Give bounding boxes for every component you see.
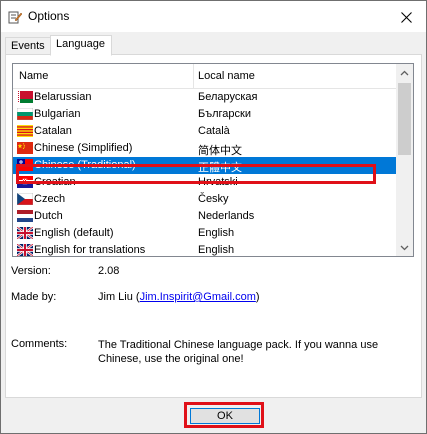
author-email-link[interactable]: Jim.Inspirit@Gmail.com [140,291,256,303]
scroll-up-button[interactable] [396,64,413,81]
list-item[interactable]: Belarussian Беларуская [13,89,396,106]
language-local-name: Hrvatski [198,176,238,188]
close-button[interactable] [392,5,420,29]
list-header: Name Local name [13,64,396,89]
language-name: Dutch [34,210,63,222]
language-local-name: Беларуская [198,91,258,103]
comments-value: The Traditional Chinese language pack. I… [98,339,379,365]
list-item-selected[interactable]: Chinese (Traditional) 正體中文 [13,157,396,174]
tab-events[interactable]: Events [5,37,55,55]
china-flag-icon [17,142,33,154]
list-rows: Belarussian Беларуская Bulgarian Българс… [13,89,396,256]
language-name: Chinese (Traditional) [34,159,136,171]
netherlands-flag-icon [17,210,33,222]
language-local-name: Česky [198,193,229,205]
list-item[interactable]: English (default) English [13,225,396,242]
uk-flag-icon [17,227,33,239]
chevron-down-icon [400,245,409,250]
scroll-down-button[interactable] [396,239,413,256]
tab-language[interactable]: Language [50,35,112,56]
language-name: English (default) [34,227,114,239]
language-local-name: Български [198,108,251,120]
language-name: Catalan [34,125,72,137]
language-name: English for translations [34,244,146,256]
language-list[interactable]: Name Local name Belarussian Беларуская B… [12,63,414,257]
ok-button[interactable]: OK [190,408,260,424]
language-local-name: Català [198,125,230,137]
close-icon [400,11,412,23]
list-item[interactable]: English for translations English [13,242,396,256]
author-close-paren: ) [255,291,260,303]
language-name: Croatian [34,176,76,188]
language-name: Bulgarian [34,108,81,120]
window-title: Options [28,9,70,23]
title-bar: Options [1,1,426,32]
language-local-name: English [198,227,235,239]
catalonia-flag-icon [17,125,33,137]
ok-button-highlight: OK [184,402,264,428]
list-item[interactable]: Croatian Hrvatski [13,174,396,191]
scrollbar-thumb[interactable] [398,83,411,155]
language-panel: Name Local name Belarussian Беларуская B… [5,54,422,398]
language-name: Chinese (Simplified) [34,142,133,154]
language-name: Czech [34,193,66,205]
list-item[interactable]: Czech Česky [13,191,396,208]
list-item[interactable]: Catalan Català [13,123,396,140]
croatia-flag-icon [17,176,33,188]
column-header-name[interactable]: Name [19,70,48,82]
version-label: Version: [11,265,51,277]
column-header-local-name[interactable]: Local name [198,70,255,82]
comments-label: Comments: [11,338,68,350]
list-item[interactable]: Dutch Nederlands [13,208,396,225]
bulgaria-flag-icon [17,108,33,120]
chevron-up-icon [400,70,409,75]
language-local-name: 简体中文 [198,145,242,157]
options-app-icon [8,11,22,24]
czech-flag-icon [17,193,33,205]
language-local-name: English [198,244,235,256]
language-name: Belarussian [34,91,92,103]
taiwan-flag-icon [17,159,33,171]
list-item[interactable]: Bulgarian Български [13,106,396,123]
language-local-name: 正體中文 [198,162,242,174]
uk-flag-icon [17,244,33,256]
list-scrollbar[interactable] [396,64,413,256]
made-by-value: Jim Liu (Jim.Inspirit@Gmail.com) [98,291,260,303]
language-local-name: Nederlands [198,210,255,222]
list-item[interactable]: Chinese (Simplified) 简体中文 [13,140,396,157]
author-name: Jim Liu ( [98,291,140,303]
column-divider[interactable] [193,64,194,88]
belarus-flag-icon [17,91,33,103]
made-by-label: Made by: [11,291,57,303]
options-dialog: Options Events Language Name Local name … [0,0,427,434]
version-value: 2.08 [98,265,120,277]
